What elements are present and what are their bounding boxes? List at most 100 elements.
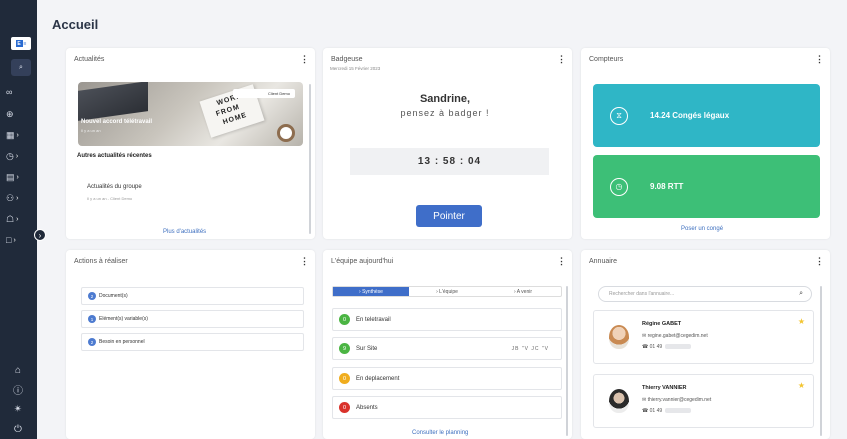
team-row-label: Sur Site [356,345,378,352]
counter-conges[interactable]: ⧖ 14.24 Congés légaux [593,84,820,147]
app-logo[interactable]: E ≡ [11,37,31,50]
action-item[interactable]: 1 Elément(s) variable(s) [81,310,304,328]
search-person-icon[interactable]: ⊕ [6,106,32,122]
avatar [609,325,629,349]
client-tag: Client Demo [233,89,295,98]
chevron-right-icon: › [16,173,19,181]
team-row-absents[interactable]: 0 Absents [332,396,562,419]
news-caption[interactable]: Nouvel accord télétravail [81,119,152,125]
group-news-title[interactable]: Actualités du groupe [87,184,142,190]
glasses-icon[interactable]: ∞ [6,84,32,100]
scrollbar[interactable] [566,286,568,436]
card-title: Badgeuse [331,56,363,63]
phone-icon: ☎ [642,408,649,414]
clock-display: 13 : 58 : 04 [350,148,549,175]
card-title: Compteurs [589,56,624,63]
directory-person[interactable]: Thierry VANNIER ✉ thierry.vannier@cegedi… [593,374,814,428]
avatar [609,389,629,413]
clock-icon[interactable]: ◷ › [6,148,32,164]
person-email[interactable]: ✉ thierry.vannier@cegedim.net [642,397,711,403]
more-vertical-icon[interactable]: ⋮ [557,54,566,65]
coffee-cup-shape [277,124,295,142]
action-label: Besoin en personnel [99,339,145,345]
card-title: L'équipe aujourd'hui [331,258,394,265]
more-vertical-icon[interactable]: ⋮ [815,256,824,267]
card-title: Actions à réaliser [74,258,128,265]
counter-rtt[interactable]: ◷ 9.08 RTT [593,155,820,218]
more-vertical-icon[interactable]: ⋮ [557,256,566,267]
person-name: Régine GABET [642,321,682,327]
calendar-icon[interactable]: ▦ › [6,127,32,143]
nav-glyph: ∞ [6,87,13,97]
directory-person[interactable]: Régine GABET ✉ regine.gabet@cegedim.net … [593,310,814,364]
org-icon[interactable]: ☖ › [6,211,32,227]
nav-glyph: ◷ [6,150,14,161]
phone-text: 01 49 [649,408,663,414]
directory-search-input[interactable]: Rechercher dans l'annuaire... ⌕ [598,286,812,302]
scrollbar[interactable] [309,84,311,234]
person-phone[interactable]: ☎ 01 49 [642,344,692,350]
person-email[interactable]: ✉ regine.gabet@cegedim.net [642,333,708,339]
rocket-icon[interactable]: ✴ [8,401,28,417]
card-icon[interactable]: ▤ › [6,169,32,185]
star-icon[interactable]: ★ [798,381,805,390]
star-icon[interactable]: ★ [798,317,805,326]
current-date: Mercredi 15 Février 2023 [330,66,381,71]
counter-value: 14.24 Congés légaux [650,111,730,120]
pointer-button[interactable]: Pointer [416,205,482,227]
more-vertical-icon[interactable]: ⋮ [300,256,309,267]
count-badge: 0 [339,373,350,384]
person-phone[interactable]: ☎ 01 49 [642,408,692,414]
action-label: Elément(s) variable(s) [99,316,148,322]
team-row-label: En deplacement [356,375,400,382]
greeting-message: pensez à badger ! [400,108,490,118]
email-text: regine.gabet@cegedim.net [647,333,708,339]
sidebar: E ≡ ⌕ ∞ ⊕ ▦ › ◷ › ▤ › ⚇ › ☖ › □ › ⌂ ⓘ ✴ ⏻ [0,0,37,439]
tab-synthese[interactable]: › Synthèse [333,287,409,296]
logo-mark-icon: E [15,40,23,47]
power-icon[interactable]: ⏻ [8,421,28,437]
count-badge: 0 [339,402,350,413]
redacted-phone [665,344,692,350]
page-title: Accueil [52,17,99,32]
count-badge: 1 [88,315,96,323]
team-row-label: En teletravail [356,316,391,323]
count-badge: 2 [88,292,96,300]
mail-icon: ✉ [642,397,647,403]
phone-text: 01 49 [649,344,663,350]
tab-equipe[interactable]: › L'équipe [409,287,485,296]
help-icon[interactable]: ⓘ [8,381,28,397]
more-vertical-icon[interactable]: ⋮ [815,54,824,65]
team-row-deplacement[interactable]: 0 En deplacement [332,367,562,390]
people-icon[interactable]: ⚇ › [6,190,32,206]
sidebar-toggle-icon[interactable]: › [34,229,46,241]
laptop-shape [78,82,148,121]
nav-glyph: ▤ [6,171,15,182]
action-item[interactable]: 2 Document(s) [81,287,304,305]
card-title: Annuaire [589,258,618,265]
home-icon[interactable]: ⌂ [8,362,28,378]
chevron-right-icon: › [13,236,16,244]
card-title: Actualités [74,56,105,63]
person-name: Thierry VANNIER [642,385,687,391]
scrollbar[interactable] [820,286,822,436]
team-row-sur-site[interactable]: 9 Sur Site JB "V JC "V [332,337,562,360]
document-icon[interactable]: □ › [6,232,32,248]
chevron-right-icon: › [16,215,19,223]
clock-search-icon: ⧖ [610,106,628,125]
team-row-label: Absents [356,404,378,411]
team-tabs: › Synthèse › L'équipe › A venir [332,286,562,297]
more-vertical-icon[interactable]: ⋮ [300,54,309,65]
search-icon[interactable]: ⌕ [799,290,803,298]
tab-a-venir[interactable]: › A venir [485,287,561,296]
planning-link[interactable]: Consulter le planning [412,430,468,436]
request-leave-link[interactable]: Poser un congé [681,226,723,232]
nav-glyph: ⚇ [6,192,15,203]
action-item[interactable]: 2 Besoin en personnel [81,333,304,351]
recent-news-heading: Autres actualités récentes [77,153,152,159]
nav-glyph: ▦ [6,129,15,140]
more-news-link[interactable]: Plus d'actualités [163,229,206,235]
team-row-teletravail[interactable]: 0 En teletravail [332,308,562,331]
clock-icon: ◷ [610,177,628,196]
search-icon[interactable]: ⌕ [11,59,31,76]
